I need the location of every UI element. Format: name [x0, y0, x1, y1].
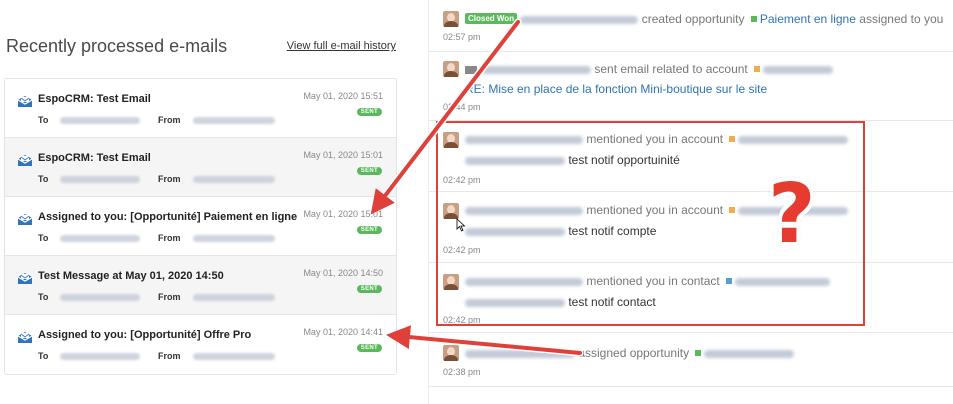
envelope-icon: [17, 332, 33, 343]
email-date: May 01, 2020 14:41: [303, 327, 383, 337]
mouse-cursor-icon: [456, 218, 466, 232]
email-subject[interactable]: EspoCRM: Test Email: [38, 93, 151, 105]
opportunity-square-icon: [695, 350, 702, 357]
user-name-redacted[interactable]: [481, 65, 591, 74]
email-subject[interactable]: Assigned to you: [Opportunité] Paiement …: [38, 211, 297, 223]
sender-redacted: [193, 353, 275, 360]
stream-text: Closed Won created opportunity Paiement …: [465, 12, 943, 26]
account-redacted[interactable]: [763, 65, 834, 74]
to-label: To: [38, 233, 49, 243]
from-label: From: [158, 233, 181, 243]
sender-redacted: [193, 235, 275, 242]
sent-badge: SENT: [356, 167, 382, 175]
to-label: To: [38, 351, 49, 361]
stream-action: created opportunity: [641, 12, 745, 26]
sent-badge: SENT: [356, 226, 382, 234]
recipient-redacted: [60, 294, 140, 301]
email-date: May 01, 2020 15:01: [303, 209, 383, 219]
recipient-redacted: [60, 117, 140, 124]
email-row[interactable]: Assigned to you: [Opportunité] Offre Pro…: [5, 315, 396, 374]
sent-badge: SENT: [356, 344, 382, 352]
to-label: To: [38, 292, 49, 302]
email-icon: [465, 65, 477, 74]
sender-redacted: [193, 117, 275, 124]
panel-header: Recently processed e-mails View full e-m…: [6, 36, 398, 60]
stream-time: 02:44 pm: [443, 102, 481, 112]
stream-time: 02:57 pm: [443, 32, 481, 42]
panel-title: Recently processed e-mails: [6, 36, 228, 56]
envelope-icon: [17, 273, 33, 284]
to-label: To: [38, 115, 49, 125]
email-date: May 01, 2020 15:01: [303, 150, 383, 160]
envelope-icon: [17, 96, 33, 107]
sender-redacted: [193, 294, 275, 301]
envelope-icon: [17, 214, 33, 225]
user-name-redacted[interactable]: [465, 349, 575, 358]
email-subject[interactable]: Assigned to you: [Opportunité] Offre Pro: [38, 329, 251, 341]
recent-emails-panel: Recently processed e-mails View full e-m…: [0, 0, 404, 404]
question-mark-annotation: ?: [768, 167, 816, 262]
email-subject-link[interactable]: RE: Mise en place de la fonction Mini-bo…: [465, 82, 767, 96]
from-label: From: [158, 292, 181, 302]
stream-action: sent email related to account: [594, 62, 748, 76]
opportunity-redacted[interactable]: [704, 349, 795, 358]
email-date: May 01, 2020 14:50: [303, 268, 383, 278]
stream-action: assigned opportunity: [578, 346, 690, 360]
avatar[interactable]: [443, 61, 459, 77]
from-label: From: [158, 174, 181, 184]
email-list: EspoCRM: Test Email To From May 01, 2020…: [4, 78, 397, 375]
status-badge: Closed Won: [465, 13, 518, 24]
opportunity-link[interactable]: Paiement en ligne: [760, 12, 856, 26]
sent-badge: SENT: [356, 285, 382, 293]
stream-suffix: assigned to you: [859, 12, 944, 26]
to-label: To: [38, 174, 49, 184]
email-subject[interactable]: EspoCRM: Test Email: [38, 152, 151, 164]
recipient-redacted: [60, 176, 140, 183]
user-name-redacted[interactable]: [520, 15, 639, 24]
envelope-icon: [17, 155, 33, 166]
email-date: May 01, 2020 15:51: [303, 91, 383, 101]
from-label: From: [158, 351, 181, 361]
stream-email-subject: RE: Mise en place de la fonction Mini-bo…: [465, 82, 767, 96]
stream-item: Closed Won created opportunity Paiement …: [429, 0, 953, 52]
avatar[interactable]: [443, 345, 459, 361]
stream-item: assigned opportunity 02:38 pm: [429, 333, 953, 387]
stream-item: sent email related to account RE: Mise e…: [429, 52, 953, 121]
account-square-icon: [754, 66, 761, 73]
from-label: From: [158, 115, 181, 125]
view-history-link[interactable]: View full e-mail history: [287, 40, 396, 52]
stream-text: assigned opportunity: [465, 346, 795, 360]
email-subject[interactable]: Test Message at May 01, 2020 14:50: [38, 270, 224, 282]
email-row[interactable]: EspoCRM: Test Email To From May 01, 2020…: [5, 79, 396, 138]
sent-badge: SENT: [356, 108, 382, 116]
stream-time: 02:38 pm: [443, 367, 481, 377]
recipient-redacted: [60, 353, 140, 360]
email-row[interactable]: Assigned to you: [Opportunité] Paiement …: [5, 197, 396, 256]
avatar[interactable]: [443, 11, 459, 27]
sender-redacted: [193, 176, 275, 183]
opportunity-square-icon: [750, 16, 757, 23]
screenshot-root: Recently processed e-mails View full e-m…: [0, 0, 953, 404]
recipient-redacted: [60, 235, 140, 242]
email-row[interactable]: EspoCRM: Test Email To From May 01, 2020…: [5, 138, 396, 197]
stream-text: sent email related to account: [465, 62, 834, 76]
email-row[interactable]: Test Message at May 01, 2020 14:50 To Fr…: [5, 256, 396, 315]
